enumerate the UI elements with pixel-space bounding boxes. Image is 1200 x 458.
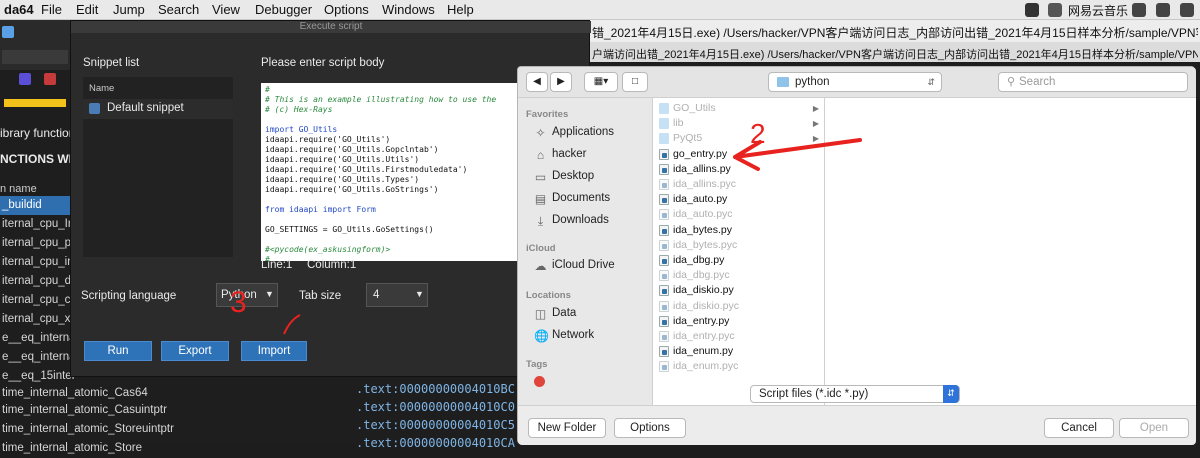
annotation-overlay: 2 3: [230, 118, 862, 335]
red-mark-annotation: [283, 314, 301, 335]
annotation-number-3: 3: [230, 286, 247, 319]
annotation-number-2: 2: [750, 118, 766, 149]
